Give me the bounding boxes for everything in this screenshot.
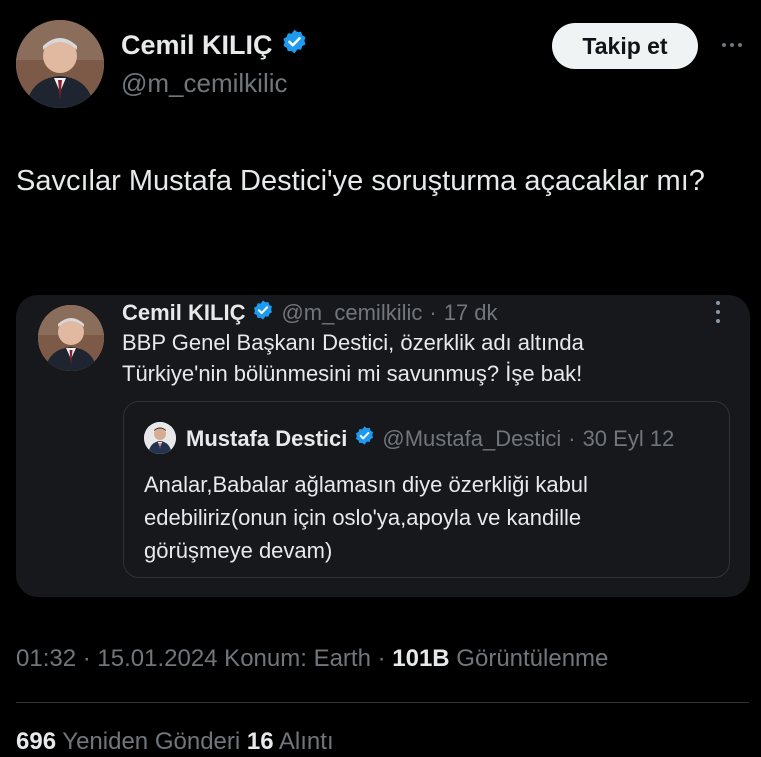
nested-text-line: Analar,Babalar ağlamasın diye özerkliği … (144, 472, 588, 497)
verified-badge-icon (281, 28, 308, 62)
more-horizontal-icon[interactable] (716, 33, 748, 57)
nested-text-line: edebiliriz(onun için oslo'ya,apoyla ve k… (144, 505, 582, 530)
tweet-text: Savcılar Mustafa Destici'ye soruşturma a… (16, 165, 705, 197)
separator-dot: · (429, 300, 437, 325)
views-label: Görüntülenme (449, 645, 609, 672)
quoted-author-handle[interactable]: @m_cemilkilic (281, 300, 422, 326)
quoted-tweet-time[interactable]: 17 dk (444, 300, 498, 326)
nested-quoted-tweet-card[interactable]: Mustafa Destici @Mustafa_Destici · 30 Ey… (123, 401, 730, 578)
verified-badge-icon (252, 299, 274, 327)
nested-author-name[interactable]: Mustafa Destici (186, 426, 347, 452)
reposts-count: 696 (16, 728, 57, 755)
follow-button[interactable]: Takip et (552, 23, 698, 69)
quotes-stat[interactable]: 16 Alıntı (247, 728, 334, 755)
tweet-meta: 01:32 · 15.01.2024 Konum: Earth · 101B G… (16, 645, 608, 673)
quoted-author-name[interactable]: Cemil KILIÇ (122, 300, 245, 326)
reposts-label: Yeniden Gönderi (56, 728, 247, 755)
verified-badge-icon (354, 425, 375, 452)
reposts-stat[interactable]: 696 Yeniden Gönderi (16, 728, 247, 755)
author-handle[interactable]: @m_cemilkilic (121, 68, 288, 99)
views-count: 101B (392, 645, 450, 672)
separator-dot: · (370, 645, 393, 672)
divider (16, 702, 749, 703)
quoted-tweet-text: BBP Genel Başkanı Destici, özerklik adı … (122, 327, 722, 389)
separator-dot: · (76, 645, 98, 672)
tweet-stats: 696 Yeniden Gönderi 16 Alıntı (16, 728, 334, 756)
nested-text-line: görüşmeye devam) (144, 538, 333, 563)
quoted-tweet-card[interactable]: Cemil KILIÇ @m_cemilkilic · 17 dk BBP Ge… (16, 295, 750, 597)
author-avatar[interactable] (16, 20, 104, 108)
quoted-text-line: Türkiye'nin bölünmesini mi savunmuş? İşe… (122, 361, 583, 386)
nested-author-avatar[interactable] (144, 422, 176, 454)
nested-tweet-date[interactable]: 30 Eyl 12 (583, 426, 675, 452)
tweet-date[interactable]: 15.01.2024 (97, 645, 217, 672)
quoted-tweet-header: Cemil KILIÇ @m_cemilkilic · 17 dk (122, 299, 498, 327)
nested-author-handle[interactable]: @Mustafa_Destici (382, 426, 561, 452)
author-name[interactable]: Cemil KILIÇ (121, 28, 308, 62)
tweet-time[interactable]: 01:32 (16, 645, 76, 672)
quotes-label: Alıntı (273, 728, 334, 755)
more-vertical-icon[interactable] (712, 301, 724, 323)
tweet-location: Konum: Earth (217, 645, 371, 672)
author-name-text[interactable]: Cemil KILIÇ (121, 30, 273, 61)
separator-dot: · (568, 425, 576, 451)
nested-tweet-text: Analar,Babalar ağlamasın diye özerkliği … (144, 468, 704, 567)
quotes-count: 16 (246, 728, 274, 755)
quoted-author-avatar[interactable] (38, 305, 104, 371)
quoted-text-line: BBP Genel Başkanı Destici, özerklik adı … (122, 330, 584, 355)
nested-tweet-header: Mustafa Destici @Mustafa_Destici · 30 Ey… (186, 425, 674, 452)
